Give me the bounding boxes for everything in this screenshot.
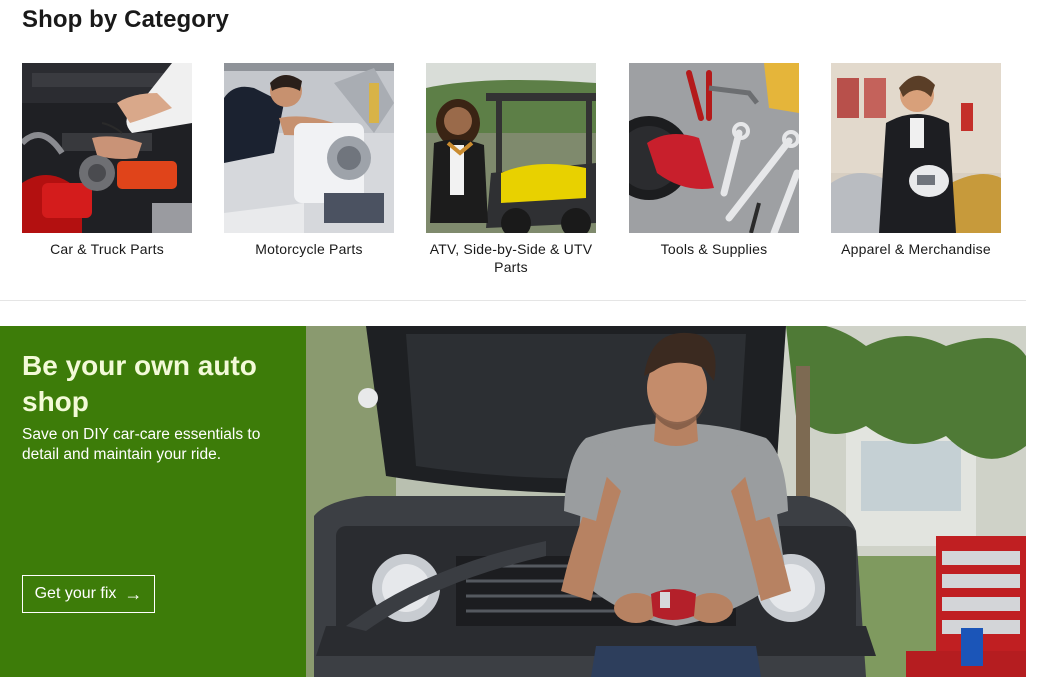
utv-woman-image[interactable] [426, 63, 596, 233]
section-title: Shop by Category [22, 6, 229, 33]
motorcycle-mechanic-image[interactable] [224, 63, 394, 233]
section-divider [0, 300, 1026, 301]
category-label[interactable]: Car & Truck Parts [22, 240, 192, 258]
category-label[interactable]: Motorcycle Parts [224, 240, 394, 258]
promo-subtitle: Save on DIY car-care essentials to detai… [22, 426, 261, 463]
get-your-fix-button[interactable]: Get your fix → [22, 575, 155, 613]
category-card-tools-supplies[interactable]: Tools & Supplies [629, 63, 799, 258]
category-card-motorcycle-parts[interactable]: Motorcycle Parts [224, 63, 394, 258]
category-card-apparel-merchandise[interactable]: Apparel & Merchandise [831, 63, 1001, 258]
wrenches-tools-image[interactable] [629, 63, 799, 233]
category-label[interactable]: ATV, Side-by-Side & UTV Parts [426, 240, 596, 276]
rider-helmet-image[interactable] [831, 63, 1001, 233]
man-with-truck-image[interactable] [306, 326, 1026, 677]
category-label[interactable]: Apparel & Merchandise [831, 240, 1001, 258]
promo-panel: Be your own auto shop Save on DIY car-ca… [0, 326, 306, 677]
category-label[interactable]: Tools & Supplies [629, 240, 799, 258]
category-card-atv-utv-parts[interactable]: ATV, Side-by-Side & UTV Parts [426, 63, 596, 276]
car-engine-image[interactable] [22, 63, 192, 233]
arrow-right-icon: → [124, 584, 143, 604]
cta-label: Get your fix [34, 585, 117, 602]
promo-banner: Be your own auto shop Save on DIY car-ca… [0, 326, 1026, 677]
category-row: Car & Truck Parts Motorcycle Parts ATV, … [22, 63, 1012, 283]
promo-title: Be your own auto shop [22, 350, 257, 417]
category-card-car-truck-parts[interactable]: Car & Truck Parts [22, 63, 192, 258]
